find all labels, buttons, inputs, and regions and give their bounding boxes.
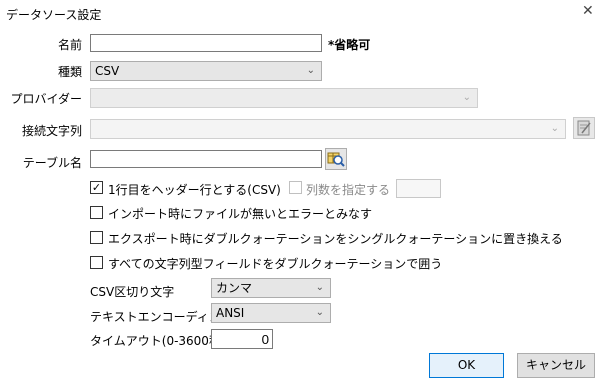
chevron-down-icon: ⌄: [462, 92, 471, 103]
table-input[interactable]: [90, 150, 322, 168]
window-title: データソース設定: [6, 8, 102, 22]
quote-all-checkbox[interactable]: [90, 256, 103, 269]
column-count-input: [396, 179, 441, 198]
connection-label: 接続文字列: [21, 124, 82, 138]
edit-connection-icon: [577, 120, 591, 136]
no-file-error-label: インポート時にファイルが無いとエラーとみなす: [108, 207, 373, 221]
timeout-input[interactable]: [211, 329, 273, 349]
delimiter-select[interactable]: カンマ ⌄: [211, 278, 331, 298]
type-select-value: CSV: [95, 64, 120, 78]
edit-connection-button: [573, 117, 595, 139]
name-input[interactable]: [90, 34, 322, 52]
close-icon[interactable]: ✕: [582, 3, 594, 19]
name-label: 名前: [57, 38, 82, 52]
type-label: 種類: [57, 65, 82, 79]
column-count-checkbox: [289, 181, 302, 194]
timeout-label: タイムアウト(0-3600秒): [90, 334, 226, 348]
delimiter-select-value: カンマ: [216, 281, 253, 295]
provider-label: プロバイダー: [10, 92, 82, 106]
table-label: テーブル名: [22, 156, 82, 170]
chevron-down-icon: ⌄: [315, 307, 324, 318]
delimiter-label: CSV区切り文字: [90, 285, 175, 299]
header-row-checkbox[interactable]: ✓: [90, 181, 103, 194]
cancel-button[interactable]: キャンセル: [517, 353, 595, 378]
encoding-select-value: ANSI: [216, 306, 245, 320]
export-quote-label: エクスポート時にダブルクォーテーションをシングルクォーテーションに置き換える: [108, 232, 563, 246]
type-select[interactable]: CSV ⌄: [90, 61, 322, 81]
ok-button[interactable]: OK: [429, 353, 504, 378]
header-row-label: 1行目をヘッダー行とする(CSV): [108, 183, 281, 197]
provider-select: ⌄: [90, 88, 478, 108]
column-count-label: 列数を指定する: [306, 183, 391, 197]
encoding-select[interactable]: ANSI ⌄: [211, 303, 331, 323]
quote-all-label: すべての文字列型フィールドをダブルクォーテーションで囲う: [108, 257, 443, 271]
name-optional-note: *省略可: [328, 38, 371, 52]
browse-table-icon: [327, 152, 345, 167]
export-quote-checkbox[interactable]: [90, 231, 103, 244]
connection-input: ⌄: [90, 119, 566, 139]
chevron-down-icon: ⌄: [315, 282, 324, 293]
chevron-down-icon: ⌄: [550, 123, 559, 134]
no-file-error-checkbox[interactable]: [90, 206, 103, 219]
browse-table-button[interactable]: [325, 148, 347, 170]
chevron-down-icon: ⌄: [306, 65, 315, 76]
